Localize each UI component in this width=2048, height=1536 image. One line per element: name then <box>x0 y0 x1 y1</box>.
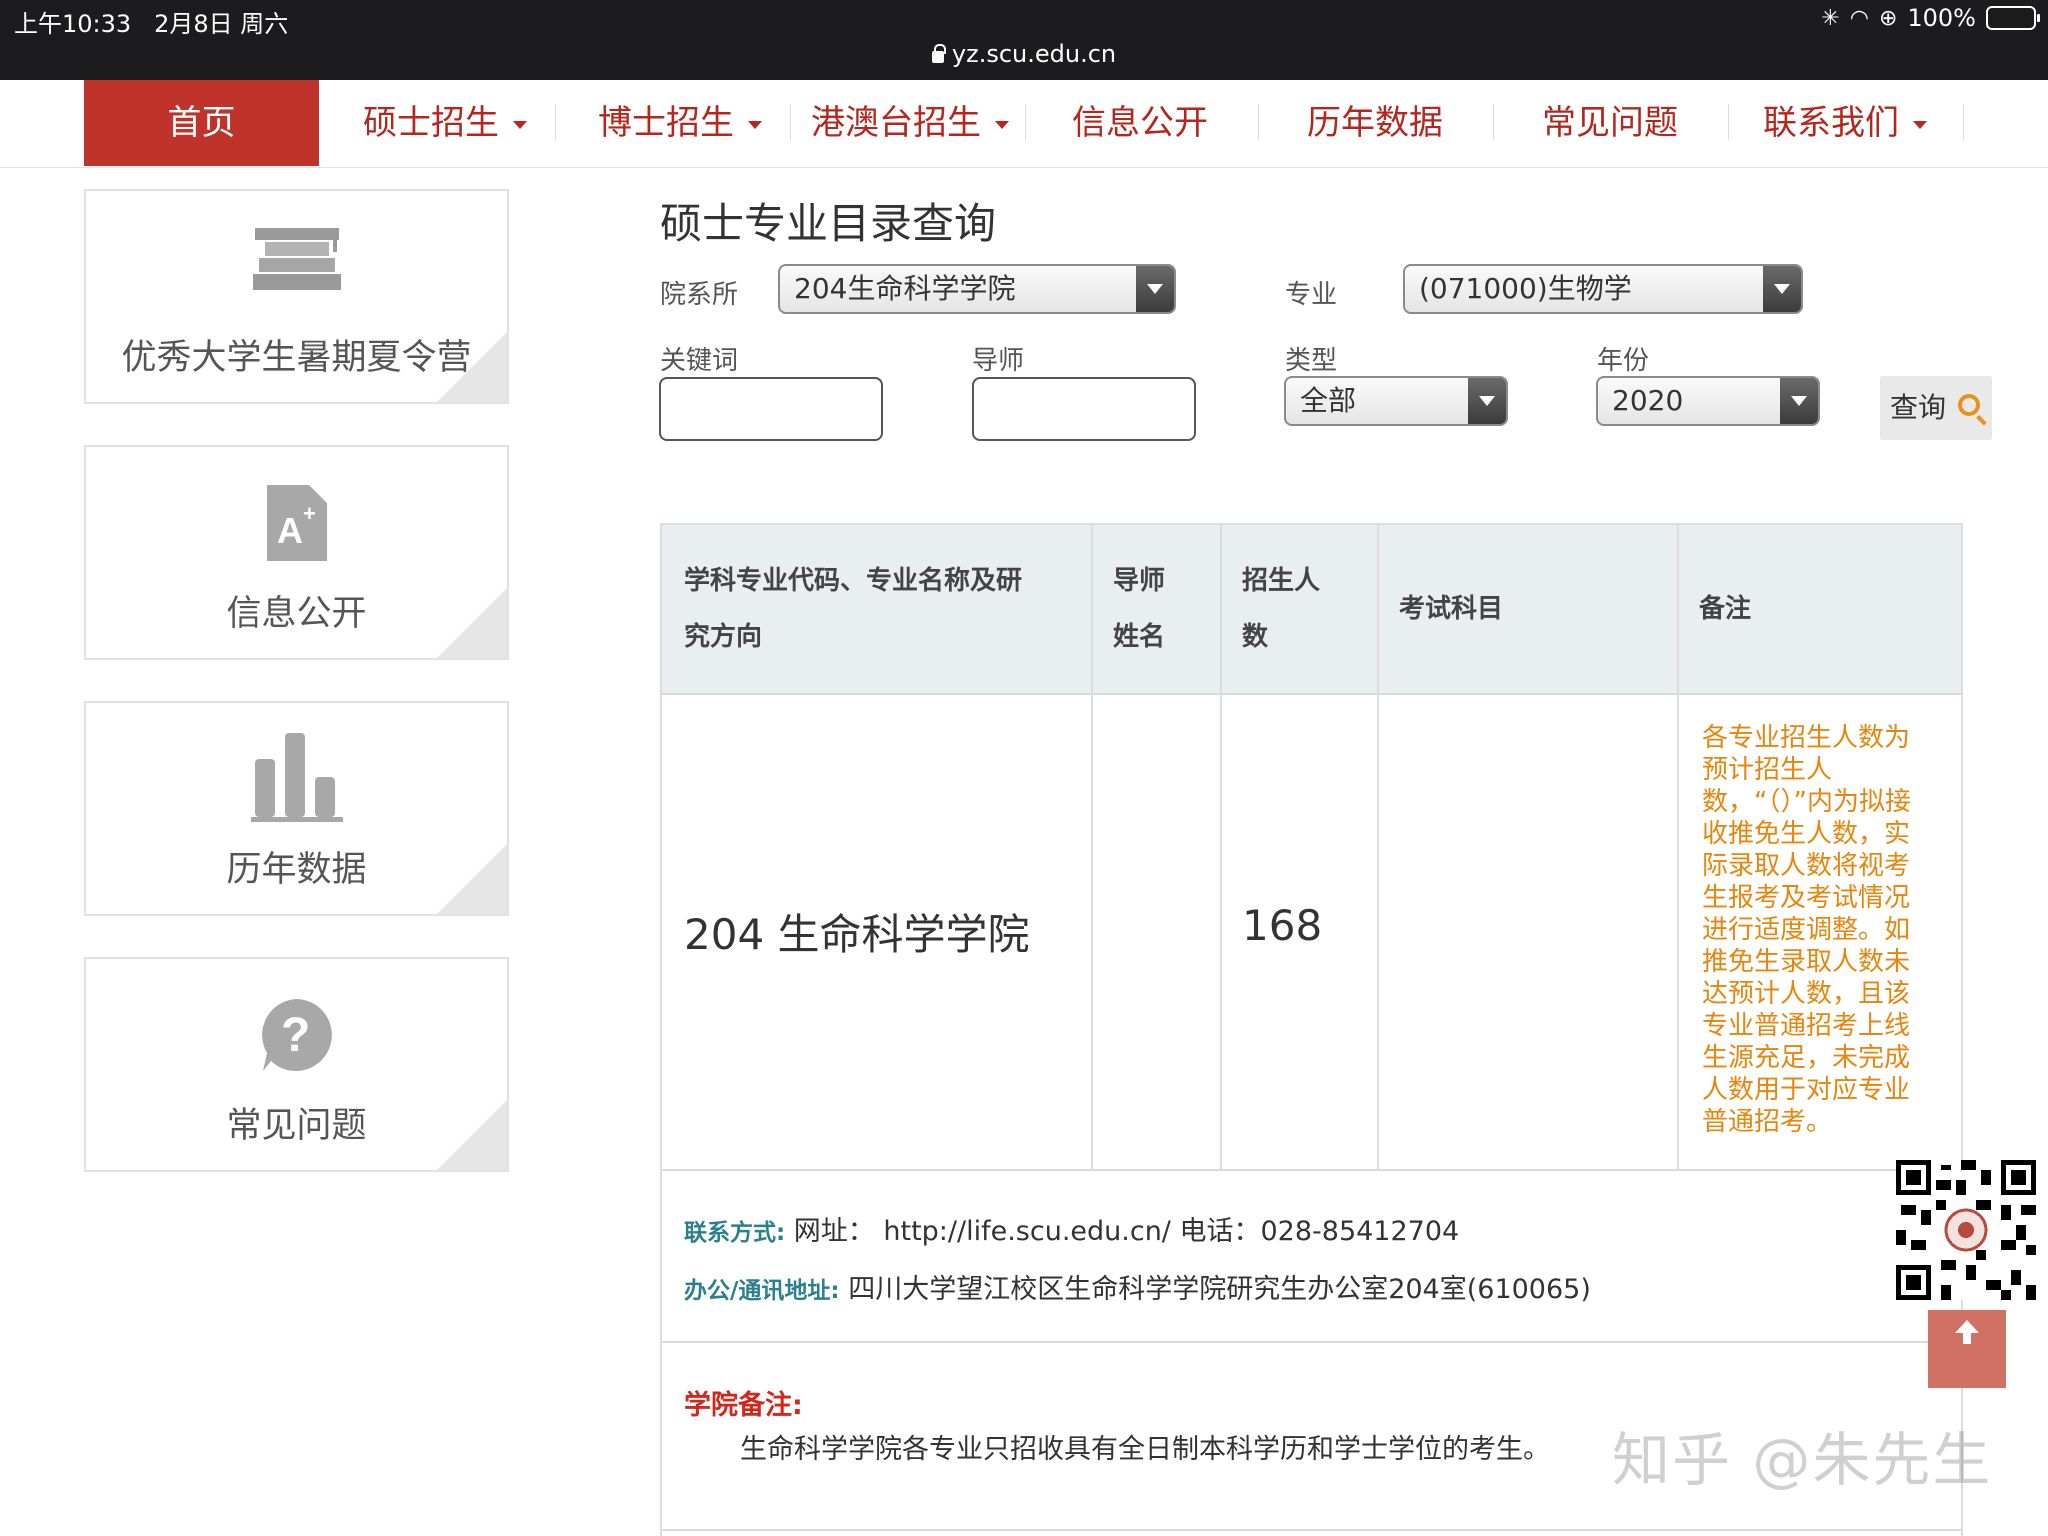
address-line: 办公/通讯地址: 四川大学望江校区生命科学学院研究生办公室204室(610065… <box>684 1267 1591 1306</box>
status-icons: ✳ ◠ ⊕ 100% <box>1821 4 2040 32</box>
sidebar-card-info-disclosure[interactable]: A + 信息公开 <box>84 445 509 660</box>
rotation-lock-icon: ⊕ <box>1878 5 1898 31</box>
year-select[interactable]: 2020 <box>1596 376 1820 426</box>
status-time: 上午10:33 2月8日 周六 <box>14 4 288 39</box>
svg-text:+: + <box>303 501 316 526</box>
qr-code-icon <box>1896 1160 2036 1300</box>
nav-contact-label: 联系我们 <box>1763 103 1899 143</box>
header-quota: 招生人 数 <box>1242 553 1320 665</box>
sidebar-card-summer-camp[interactable]: 优秀大学生暑期夏令营 <box>84 189 509 404</box>
nav-info-label: 信息公开 <box>1072 103 1208 143</box>
battery-percent: 100% <box>1907 4 1976 32</box>
header-major: 学科专业代码、专业名称及研 究方向 <box>684 553 1022 665</box>
nav-doctoral[interactable]: 博士招生 <box>565 80 795 166</box>
college-remark-text: 生命科学学院各专业只招收具有全日制本科学历和学士学位的考生。 <box>740 1434 1550 1465</box>
chevron-down-icon <box>1913 120 1927 129</box>
sidebar-card-historical-data[interactable]: 历年数据 <box>84 701 509 916</box>
contact-line: 联系方式: 网址： http://life.scu.edu.cn/ 电话：028… <box>684 1209 1459 1248</box>
cell-department: 204 生命科学学院 <box>684 910 1030 959</box>
status-bar: 上午10:33 2月8日 周六 ✳ ◠ ⊕ 100% yz.scu.edu.cn <box>0 0 2048 80</box>
search-button[interactable]: 查询 <box>1880 376 1992 440</box>
header-advisor: 导师 姓名 <box>1113 553 1165 665</box>
year-label: 年份 <box>1597 346 1650 376</box>
nav-hk-macao-taiwan[interactable]: 港澳台招生 <box>795 80 1025 166</box>
department-select[interactable]: 204生命科学学院 <box>778 264 1176 314</box>
header-advisor-line2: 姓名 <box>1113 622 1166 652</box>
header-major-line1: 学科专业代码、专业名称及研 <box>684 566 1023 596</box>
nav-contact[interactable]: 联系我们 <box>1730 80 1960 166</box>
contact-key: 联系方式: <box>684 1220 786 1246</box>
nav-masters[interactable]: 硕士招生 <box>330 80 560 166</box>
nav-home-label: 首页 <box>167 103 236 143</box>
major-label: 专业 <box>1285 280 1338 310</box>
cell-quota: 168 <box>1242 901 1323 950</box>
nav-home[interactable]: 首页 <box>84 80 319 166</box>
header-subjects: 考试科目 <box>1399 594 1504 624</box>
battery-icon <box>1986 6 2040 30</box>
date: 2月8日 周六 <box>154 10 289 38</box>
chevron-down-icon <box>1136 266 1174 312</box>
document-aplus-icon: A + <box>265 483 329 567</box>
nav-faq-label: 常见问题 <box>1542 103 1678 143</box>
type-value: 全部 <box>1300 384 1357 417</box>
nav-faq[interactable]: 常见问题 <box>1495 80 1725 166</box>
header-quota-line1: 招生人 <box>1242 566 1321 596</box>
lock-icon <box>931 44 946 63</box>
cell-note: 各专业招生人数为预计招生人数，“（）”内为拟接收推免生人数，实际录取人数将视考生… <box>1702 723 1911 1137</box>
type-select[interactable]: 全部 <box>1284 376 1508 426</box>
chevron-down-icon <box>748 120 762 129</box>
wifi-icon: ◠ <box>1849 5 1869 31</box>
sidebar-card-faq[interactable]: ? 常见问题 <box>84 957 509 1172</box>
chevron-down-icon <box>1780 378 1818 424</box>
nav-masters-label: 硕士招生 <box>363 103 499 143</box>
clock: 上午10:33 <box>14 10 132 38</box>
year-value: 2020 <box>1612 384 1684 417</box>
nav-doctoral-label: 博士招生 <box>598 103 734 143</box>
major-value: (071000)生物学 <box>1419 272 1632 305</box>
chevron-down-icon <box>513 120 527 129</box>
nav-historical-data[interactable]: 历年数据 <box>1260 80 1490 166</box>
page-title: 硕士专业目录查询 <box>660 199 997 248</box>
major-select[interactable]: (071000)生物学 <box>1403 264 1803 314</box>
keyword-input[interactable] <box>659 377 883 441</box>
nav-hmt-label: 港澳台招生 <box>811 103 981 143</box>
department-label: 院系所 <box>660 280 739 310</box>
header-quota-line2: 数 <box>1242 622 1269 652</box>
address-value: 四川大学望江校区生命科学学院研究生办公室204室(610065) <box>848 1274 1591 1305</box>
header-major-line2: 究方向 <box>684 622 763 652</box>
main-nav: 首页 硕士招生 博士招生 港澳台招生 信息公开 历年数据 常见问题 联系我们 <box>0 80 2048 168</box>
keyword-label: 关键词 <box>660 346 739 376</box>
college-remark-title: 学院备注: <box>684 1390 803 1421</box>
search-button-label: 查询 <box>1890 391 1947 424</box>
contact-value: 网址： http://life.scu.edu.cn/ 电话：028-85412… <box>793 1216 1460 1247</box>
department-value: 204生命科学学院 <box>794 272 1016 305</box>
bar-chart-icon <box>250 731 343 827</box>
watermark: 知乎 @朱先生 <box>1612 1426 1993 1494</box>
address-bar[interactable]: yz.scu.edu.cn <box>0 40 2048 68</box>
back-to-top-button[interactable] <box>1928 1310 2006 1388</box>
type-label: 类型 <box>1285 346 1338 376</box>
search-icon <box>1958 394 1980 416</box>
nav-history-label: 历年数据 <box>1307 103 1443 143</box>
header-advisor-line1: 导师 <box>1113 566 1166 596</box>
address-key: 办公/通讯地址: <box>684 1278 840 1304</box>
svg-text:A: A <box>277 510 303 551</box>
url-text: yz.scu.edu.cn <box>951 40 1117 68</box>
books-icon <box>251 226 343 302</box>
chevron-down-icon <box>1763 266 1801 312</box>
advisor-input[interactable] <box>972 377 1196 441</box>
question-icon: ? <box>257 995 337 1079</box>
advisor-label: 导师 <box>972 346 1025 376</box>
activity-icon: ✳ <box>1821 5 1840 31</box>
nav-info-disclosure[interactable]: 信息公开 <box>1025 80 1255 166</box>
results-table: 学科专业代码、专业名称及研 究方向 导师 姓名 招生人 数 考试科目 备注 20… <box>660 523 1963 1536</box>
header-remarks: 备注 <box>1699 594 1752 624</box>
chevron-down-icon <box>995 120 1009 129</box>
chevron-down-icon <box>1468 378 1506 424</box>
svg-text:?: ? <box>281 1009 310 1062</box>
